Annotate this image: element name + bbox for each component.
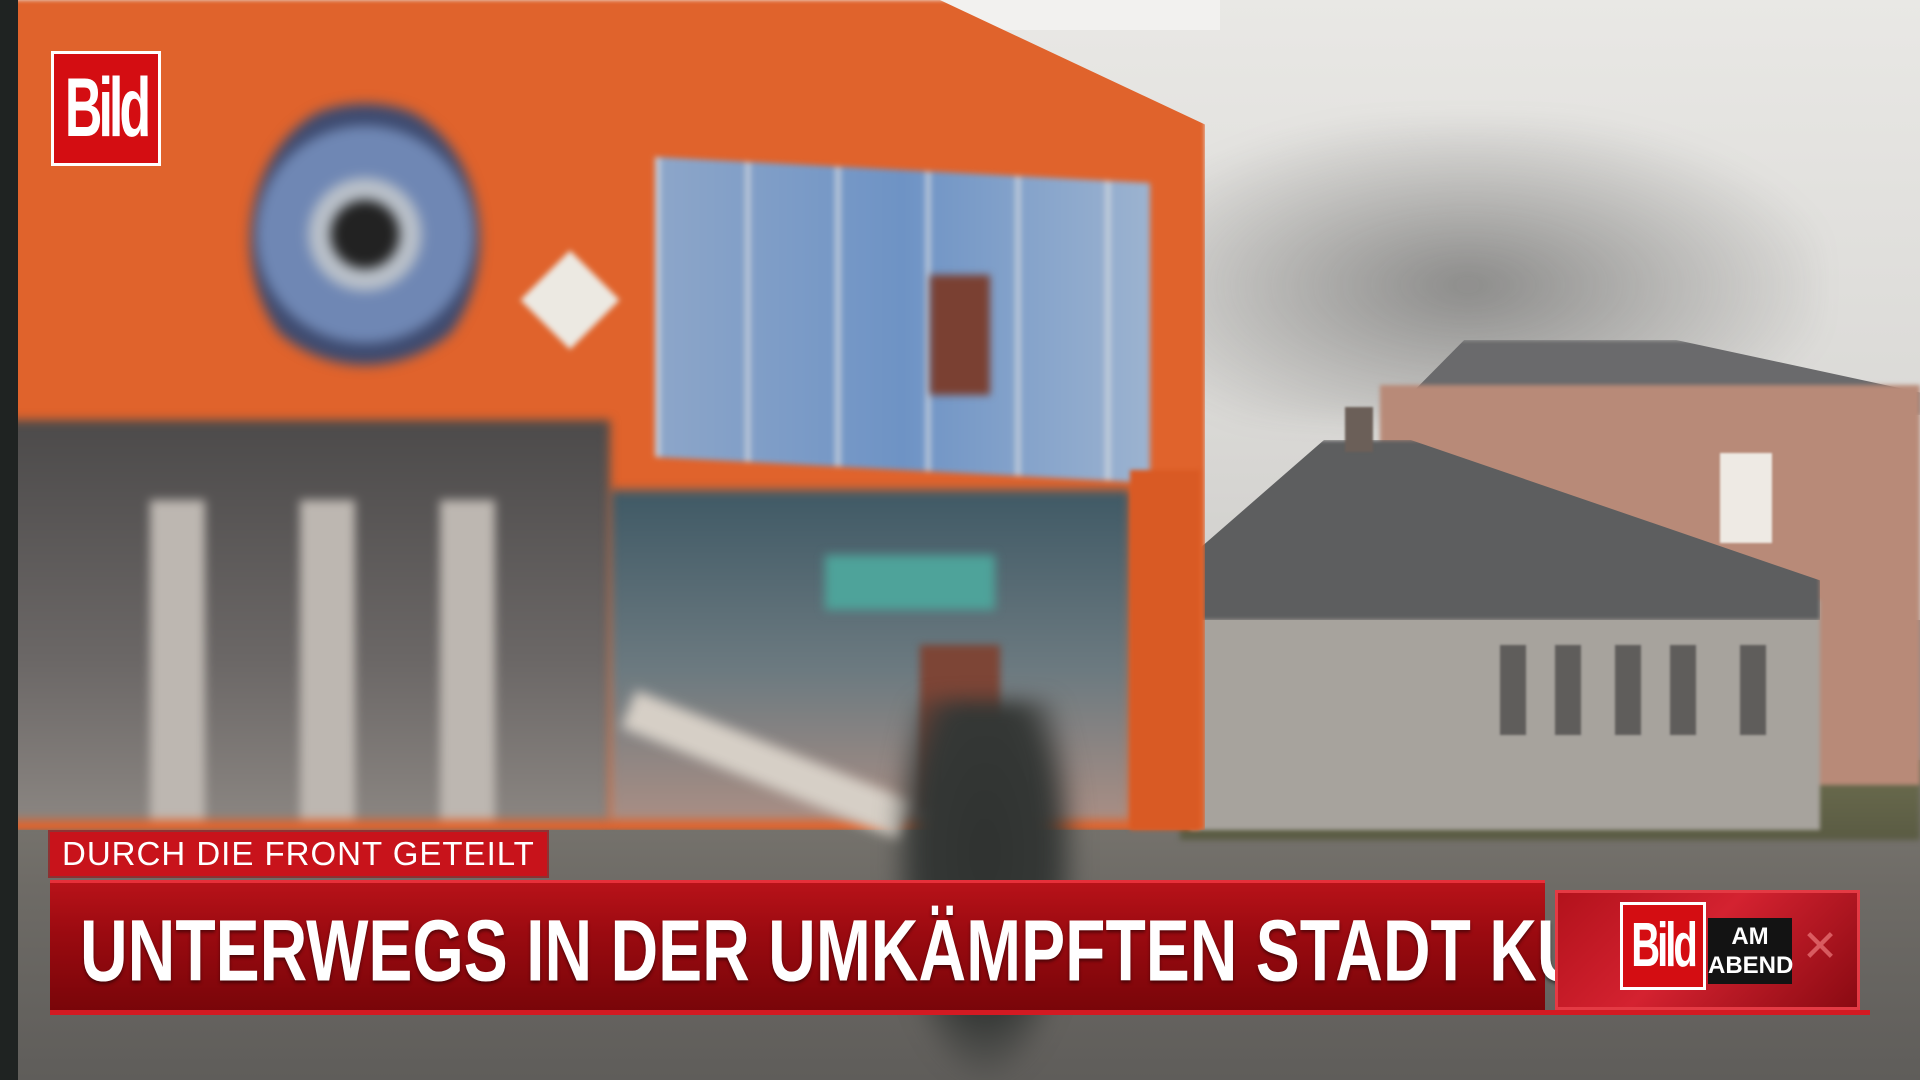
shop-sign [825,555,995,610]
house-window [1740,645,1766,735]
kicker-label: DURCH DIE FRONT GETEILT [50,832,547,876]
building-corner-pillar [1130,470,1200,830]
decorative-x-icon: ✕ [1801,922,1839,971]
storefront-pillar [440,500,495,820]
house-window [1555,645,1581,735]
bild-logo-text: Bild [64,62,151,155]
chimney [1345,407,1373,452]
show-badge-logo-text: Bild [1631,911,1698,980]
house-window [1615,645,1641,735]
foreground-pole [0,0,18,1080]
show-badge-logo: Bild [1620,902,1706,990]
round-window [250,100,480,380]
window-frames [655,157,1150,483]
brick-house-window [1720,453,1772,543]
show-badge-name: AM ABEND [1708,918,1794,984]
storefront-pillar [150,500,205,820]
bild-logo: Bild [51,51,161,166]
lower-third-underline [50,1010,1870,1015]
show-badge-line1: AM [1731,923,1769,950]
house-window [1500,645,1526,735]
blue-window-band [655,157,1150,483]
show-badge-line2: ABEND [1708,952,1794,979]
window-figure [930,275,990,395]
house-window [1670,645,1696,735]
storefront-left [0,420,610,820]
storefront-pillar [300,500,355,820]
